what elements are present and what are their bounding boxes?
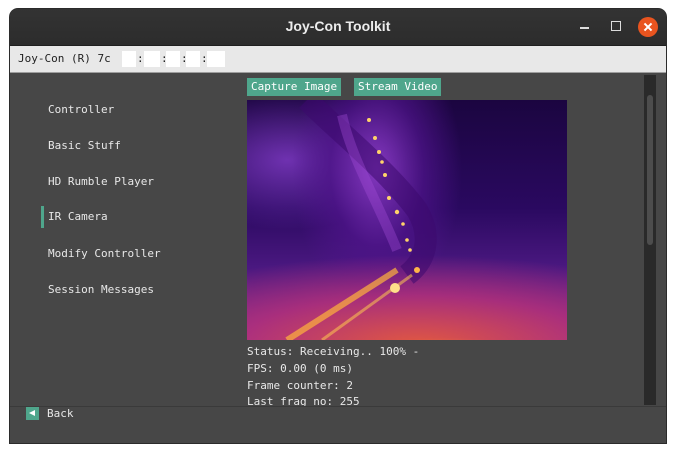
redacted-mac-part <box>166 51 180 67</box>
stream-video-button[interactable]: Stream Video <box>354 78 442 96</box>
active-indicator <box>41 206 44 228</box>
fps-line: FPS: 0.00 (0 ms) <box>247 362 353 375</box>
scrollbar-thumb[interactable] <box>647 95 653 245</box>
close-button[interactable] <box>638 17 658 37</box>
ir-camera-image <box>247 100 567 340</box>
sidebar-item-basic-stuff[interactable]: Basic Stuff <box>48 135 121 157</box>
redacted-mac-part <box>144 51 160 67</box>
back-button[interactable]: Back <box>47 406 74 421</box>
sidebar-item-controller[interactable]: Controller <box>48 99 114 121</box>
last-frag-line: Last frag no: 255 <box>247 395 360 406</box>
status-line: Status: Receiving.. 100% - <box>247 345 420 358</box>
device-label: Joy-Con (R) 7c <box>18 52 111 65</box>
frame-counter-line: Frame counter: 2 <box>247 379 353 392</box>
sidebar-item-modify-controller[interactable]: Modify Controller <box>48 243 161 265</box>
redacted-mac-part <box>207 51 225 67</box>
redacted-mac-part <box>122 51 136 67</box>
minimize-button[interactable] <box>575 17 595 37</box>
redacted-mac-part <box>186 51 200 67</box>
back-arrow-icon[interactable] <box>26 407 39 420</box>
capture-image-button[interactable]: Capture Image <box>247 78 342 96</box>
window-title: Joy-Con Toolkit <box>285 18 391 34</box>
ir-image-overlay <box>285 100 437 340</box>
footer-divider <box>10 406 666 407</box>
sidebar-item-hd-rumble-player[interactable]: HD Rumble Player <box>48 171 154 193</box>
app-window: Joy-Con Toolkit Joy-Con (R) 7c : : : : C… <box>10 9 666 443</box>
sidebar-item-ir-camera[interactable]: IR Camera <box>48 206 108 228</box>
sidebar-item-session-messages[interactable]: Session Messages <box>48 279 154 301</box>
maximize-button[interactable] <box>606 17 626 37</box>
title-bar: Joy-Con Toolkit <box>10 9 666 46</box>
device-bar: Joy-Con (R) 7c : : : : <box>10 46 666 73</box>
